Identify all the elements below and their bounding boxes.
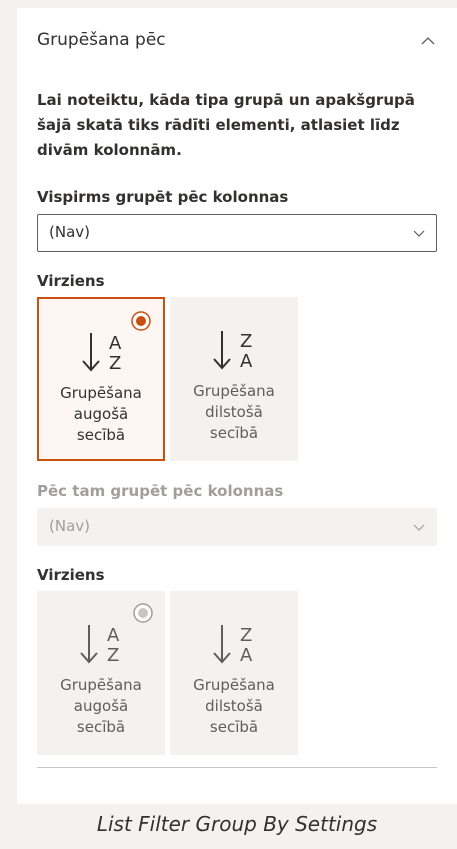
second-ascending-tile[interactable]: A Z Grupēšana augošā secībā — [37, 591, 165, 755]
first-group-dropdown[interactable]: (Nav) — [37, 214, 437, 252]
group-by-header[interactable]: Grupēšana pēc — [37, 30, 437, 60]
sort-descending-icon: Z A — [213, 625, 253, 666]
second-direction-label: Virziens — [37, 566, 105, 584]
svg-text:Z: Z — [109, 353, 121, 374]
first-group-label: Vispirms grupēt pēc kolonnas — [37, 188, 289, 206]
group-by-description: Lai noteiktu, kāda tipa grupā un apakšgr… — [37, 91, 415, 159]
chevron-down-icon — [413, 230, 425, 237]
second-group-label: Pēc tam grupēt pēc kolonnas — [37, 482, 284, 500]
svg-text:Z: Z — [240, 625, 252, 646]
group-by-panel: Grupēšana pēc Lai noteiktu, kāda tipa gr… — [17, 8, 457, 804]
svg-text:Z: Z — [240, 331, 252, 352]
svg-text:A: A — [240, 645, 253, 666]
first-ascending-tile[interactable]: A Z Grupēšana augošā secībā — [37, 297, 165, 461]
svg-text:Z: Z — [107, 645, 119, 666]
sort-ascending-icon: A Z — [80, 625, 120, 666]
radio-disabled-icon — [133, 603, 153, 623]
sort-descending-icon: Z A — [213, 331, 253, 372]
second-group-value: (Nav) — [49, 517, 90, 535]
first-ascending-label: Grupēšana augošā secībā — [60, 384, 142, 444]
group-by-title: Grupēšana pēc — [37, 30, 166, 50]
second-group-dropdown[interactable]: (Nav) — [37, 508, 437, 546]
figure-caption: List Filter Group By Settings — [96, 812, 378, 836]
sort-ascending-icon: A Z — [82, 333, 122, 374]
first-direction-label: Virziens — [37, 272, 105, 290]
svg-text:A: A — [240, 351, 253, 372]
radio-selected-icon — [131, 311, 151, 331]
divider — [37, 767, 437, 768]
chevron-down-icon — [413, 524, 425, 531]
second-ascending-label: Grupēšana augošā secībā — [60, 676, 142, 736]
first-group-value: (Nav) — [49, 223, 90, 241]
first-descending-tile[interactable]: Z A Grupēšana dilstošā secībā — [170, 297, 298, 461]
first-descending-label: Grupēšana dilstošā secībā — [193, 382, 275, 442]
svg-text:A: A — [109, 333, 122, 354]
svg-text:A: A — [107, 625, 120, 646]
chevron-up-icon[interactable] — [419, 32, 437, 50]
second-descending-tile[interactable]: Z A Grupēšana dilstošā secībā — [170, 591, 298, 755]
second-descending-label: Grupēšana dilstošā secībā — [193, 676, 275, 736]
